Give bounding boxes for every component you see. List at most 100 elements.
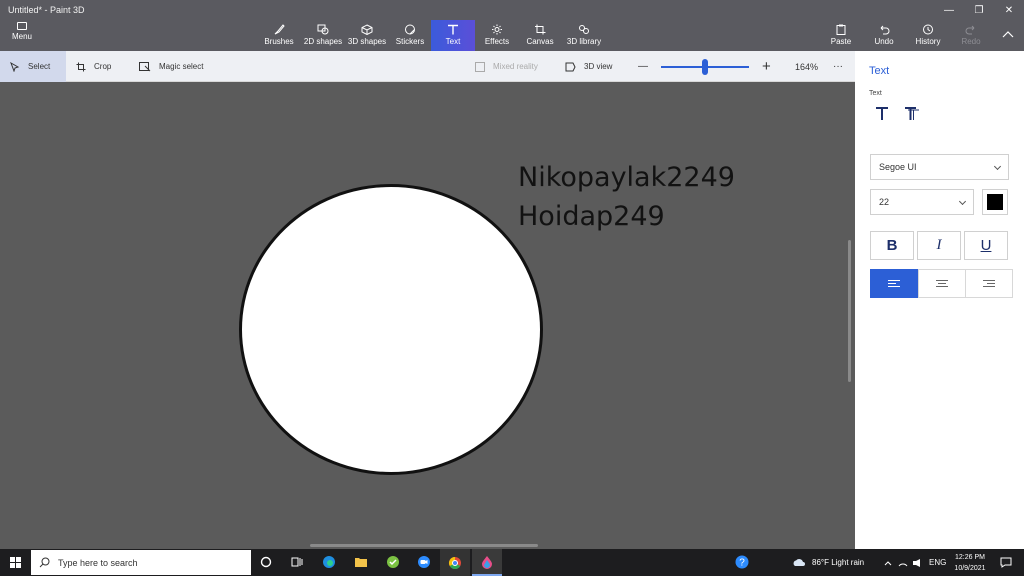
2d-text-button[interactable] [875, 106, 889, 126]
zoom-in-button[interactable]: + [762, 51, 771, 82]
folder-icon [355, 558, 367, 567]
history-icon [923, 24, 933, 35]
minimize-button[interactable]: — [934, 0, 964, 20]
tool-effects[interactable]: Effects [482, 20, 512, 51]
start-button[interactable] [0, 549, 31, 576]
weather-text: 86°F Light rain [812, 558, 865, 567]
search-placeholder: Type here to search [58, 557, 138, 568]
collapse-ribbon-button[interactable] [996, 20, 1020, 51]
green-app-icon [387, 556, 399, 568]
canvas-text-line: Nikopaylak2249 [518, 162, 735, 193]
paste-icon [836, 24, 846, 35]
text-color-swatch [987, 194, 1003, 210]
3d-text-button[interactable] [904, 106, 920, 126]
underline-button[interactable]: U [964, 231, 1008, 260]
more-options-button[interactable]: ··· [833, 51, 843, 82]
font-size-value: 22 [879, 197, 890, 207]
file-explorer-app[interactable] [352, 553, 370, 571]
cursor-icon [10, 61, 20, 72]
font-family-value: Segoe UI [879, 162, 917, 172]
weather-widget[interactable]: 86°F Light rain [792, 549, 864, 576]
cortana-icon [260, 556, 272, 568]
font-family-dropdown[interactable]: Segoe UI [870, 154, 1009, 180]
font-size-dropdown[interactable]: 22 [870, 189, 974, 215]
help-button[interactable]: ? [733, 553, 751, 571]
restore-button[interactable]: ❐ [964, 0, 994, 20]
tool-3d-library[interactable]: 3D library [565, 20, 603, 51]
cloud-rain-icon [793, 558, 805, 566]
chrome-icon [448, 556, 461, 569]
language-indicator[interactable]: ENG [929, 549, 946, 576]
clock[interactable]: 12:26 PM 10/9/2021 [946, 552, 994, 574]
align-left-button[interactable] [870, 269, 918, 298]
italic-button[interactable]: I [917, 231, 961, 260]
align-right-button[interactable] [965, 269, 1013, 298]
notifications-button[interactable] [997, 553, 1015, 571]
crop-icon [76, 62, 86, 71]
undo-button[interactable]: Undo [871, 20, 897, 51]
chevron-down-icon [958, 197, 967, 206]
align-center-button[interactable] [918, 269, 966, 298]
3d-text-icon [905, 107, 919, 120]
zoom-app[interactable] [415, 553, 433, 571]
window-title: Untitled* - Paint 3D [8, 5, 85, 15]
effects-icon [492, 24, 502, 35]
menu-label: Menu [11, 32, 32, 41]
clock-date: 10/9/2021 [954, 565, 986, 572]
3d-view-button[interactable]: 3D view [565, 51, 612, 82]
taskbar-search-box[interactable]: Type here to search [31, 550, 251, 575]
menu-button[interactable]: Menu [4, 22, 40, 50]
paint-3d-app[interactable] [472, 549, 502, 576]
mixed-reality-button[interactable]: Mixed reality [475, 51, 538, 82]
clock-time: 12:26 PM [955, 554, 985, 561]
panel-section-label: Text [869, 90, 882, 97]
vertical-scrollbar[interactable] [848, 240, 851, 382]
canvas-area[interactable]: Nikopaylak2249 Hoidap249 [0, 82, 855, 549]
align-center-icon [936, 278, 948, 289]
redo-button[interactable]: Redo [958, 20, 984, 51]
crop-button[interactable]: Crop [76, 51, 111, 82]
bold-button[interactable]: B [870, 231, 914, 260]
circle-shape[interactable] [239, 184, 543, 475]
zoom-out-button[interactable]: — [638, 51, 648, 82]
tool-3d-shapes[interactable]: 3D shapes [347, 20, 387, 51]
2d-shapes-icon [317, 24, 329, 35]
stickers-icon [405, 24, 415, 35]
canvas-icon [535, 24, 546, 35]
horizontal-scrollbar[interactable] [310, 544, 538, 547]
tool-stickers[interactable]: Stickers [393, 20, 427, 51]
zoom-slider-thumb[interactable] [702, 59, 708, 75]
magic-select-button[interactable]: Magic select [139, 51, 203, 82]
system-tray-icons[interactable] [884, 549, 924, 576]
tool-2d-shapes[interactable]: 2D shapes [302, 20, 344, 51]
magic-select-icon [139, 61, 151, 71]
tool-brushes[interactable]: Brushes [262, 20, 296, 51]
tool-canvas[interactable]: Canvas [524, 20, 556, 51]
redo-icon [965, 25, 975, 35]
chrome-app[interactable] [440, 549, 470, 576]
3d-shapes-icon [361, 24, 373, 35]
align-left-icon [888, 278, 900, 289]
help-icon: ? [735, 555, 749, 569]
align-right-icon [983, 278, 995, 289]
canvas-text-box[interactable]: Nikopaylak2249 Hoidap249 [518, 158, 735, 236]
text-color-picker[interactable] [982, 189, 1008, 215]
windows-icon [10, 557, 21, 568]
tool-text[interactable]: Text [431, 20, 475, 51]
select-button[interactable]: Select [0, 51, 66, 82]
text-icon [448, 24, 458, 35]
cortana-button[interactable] [257, 553, 275, 571]
task-view-icon [291, 557, 303, 567]
close-button[interactable]: ✕ [994, 0, 1024, 20]
app-green[interactable] [384, 553, 402, 571]
task-view-button[interactable] [288, 553, 306, 571]
svg-text:?: ? [739, 558, 745, 569]
history-button[interactable]: History [913, 20, 943, 51]
tray-icons [884, 558, 920, 567]
3d-library-icon [579, 25, 589, 34]
paste-button[interactable]: Paste [828, 20, 854, 51]
edge-app[interactable] [320, 553, 338, 571]
2d-text-icon [876, 107, 888, 120]
ribbon: Untitled* - Paint 3D — ❐ ✕ Menu Brushes … [0, 0, 1024, 51]
canvas-text-line: Hoidap249 [518, 201, 665, 232]
